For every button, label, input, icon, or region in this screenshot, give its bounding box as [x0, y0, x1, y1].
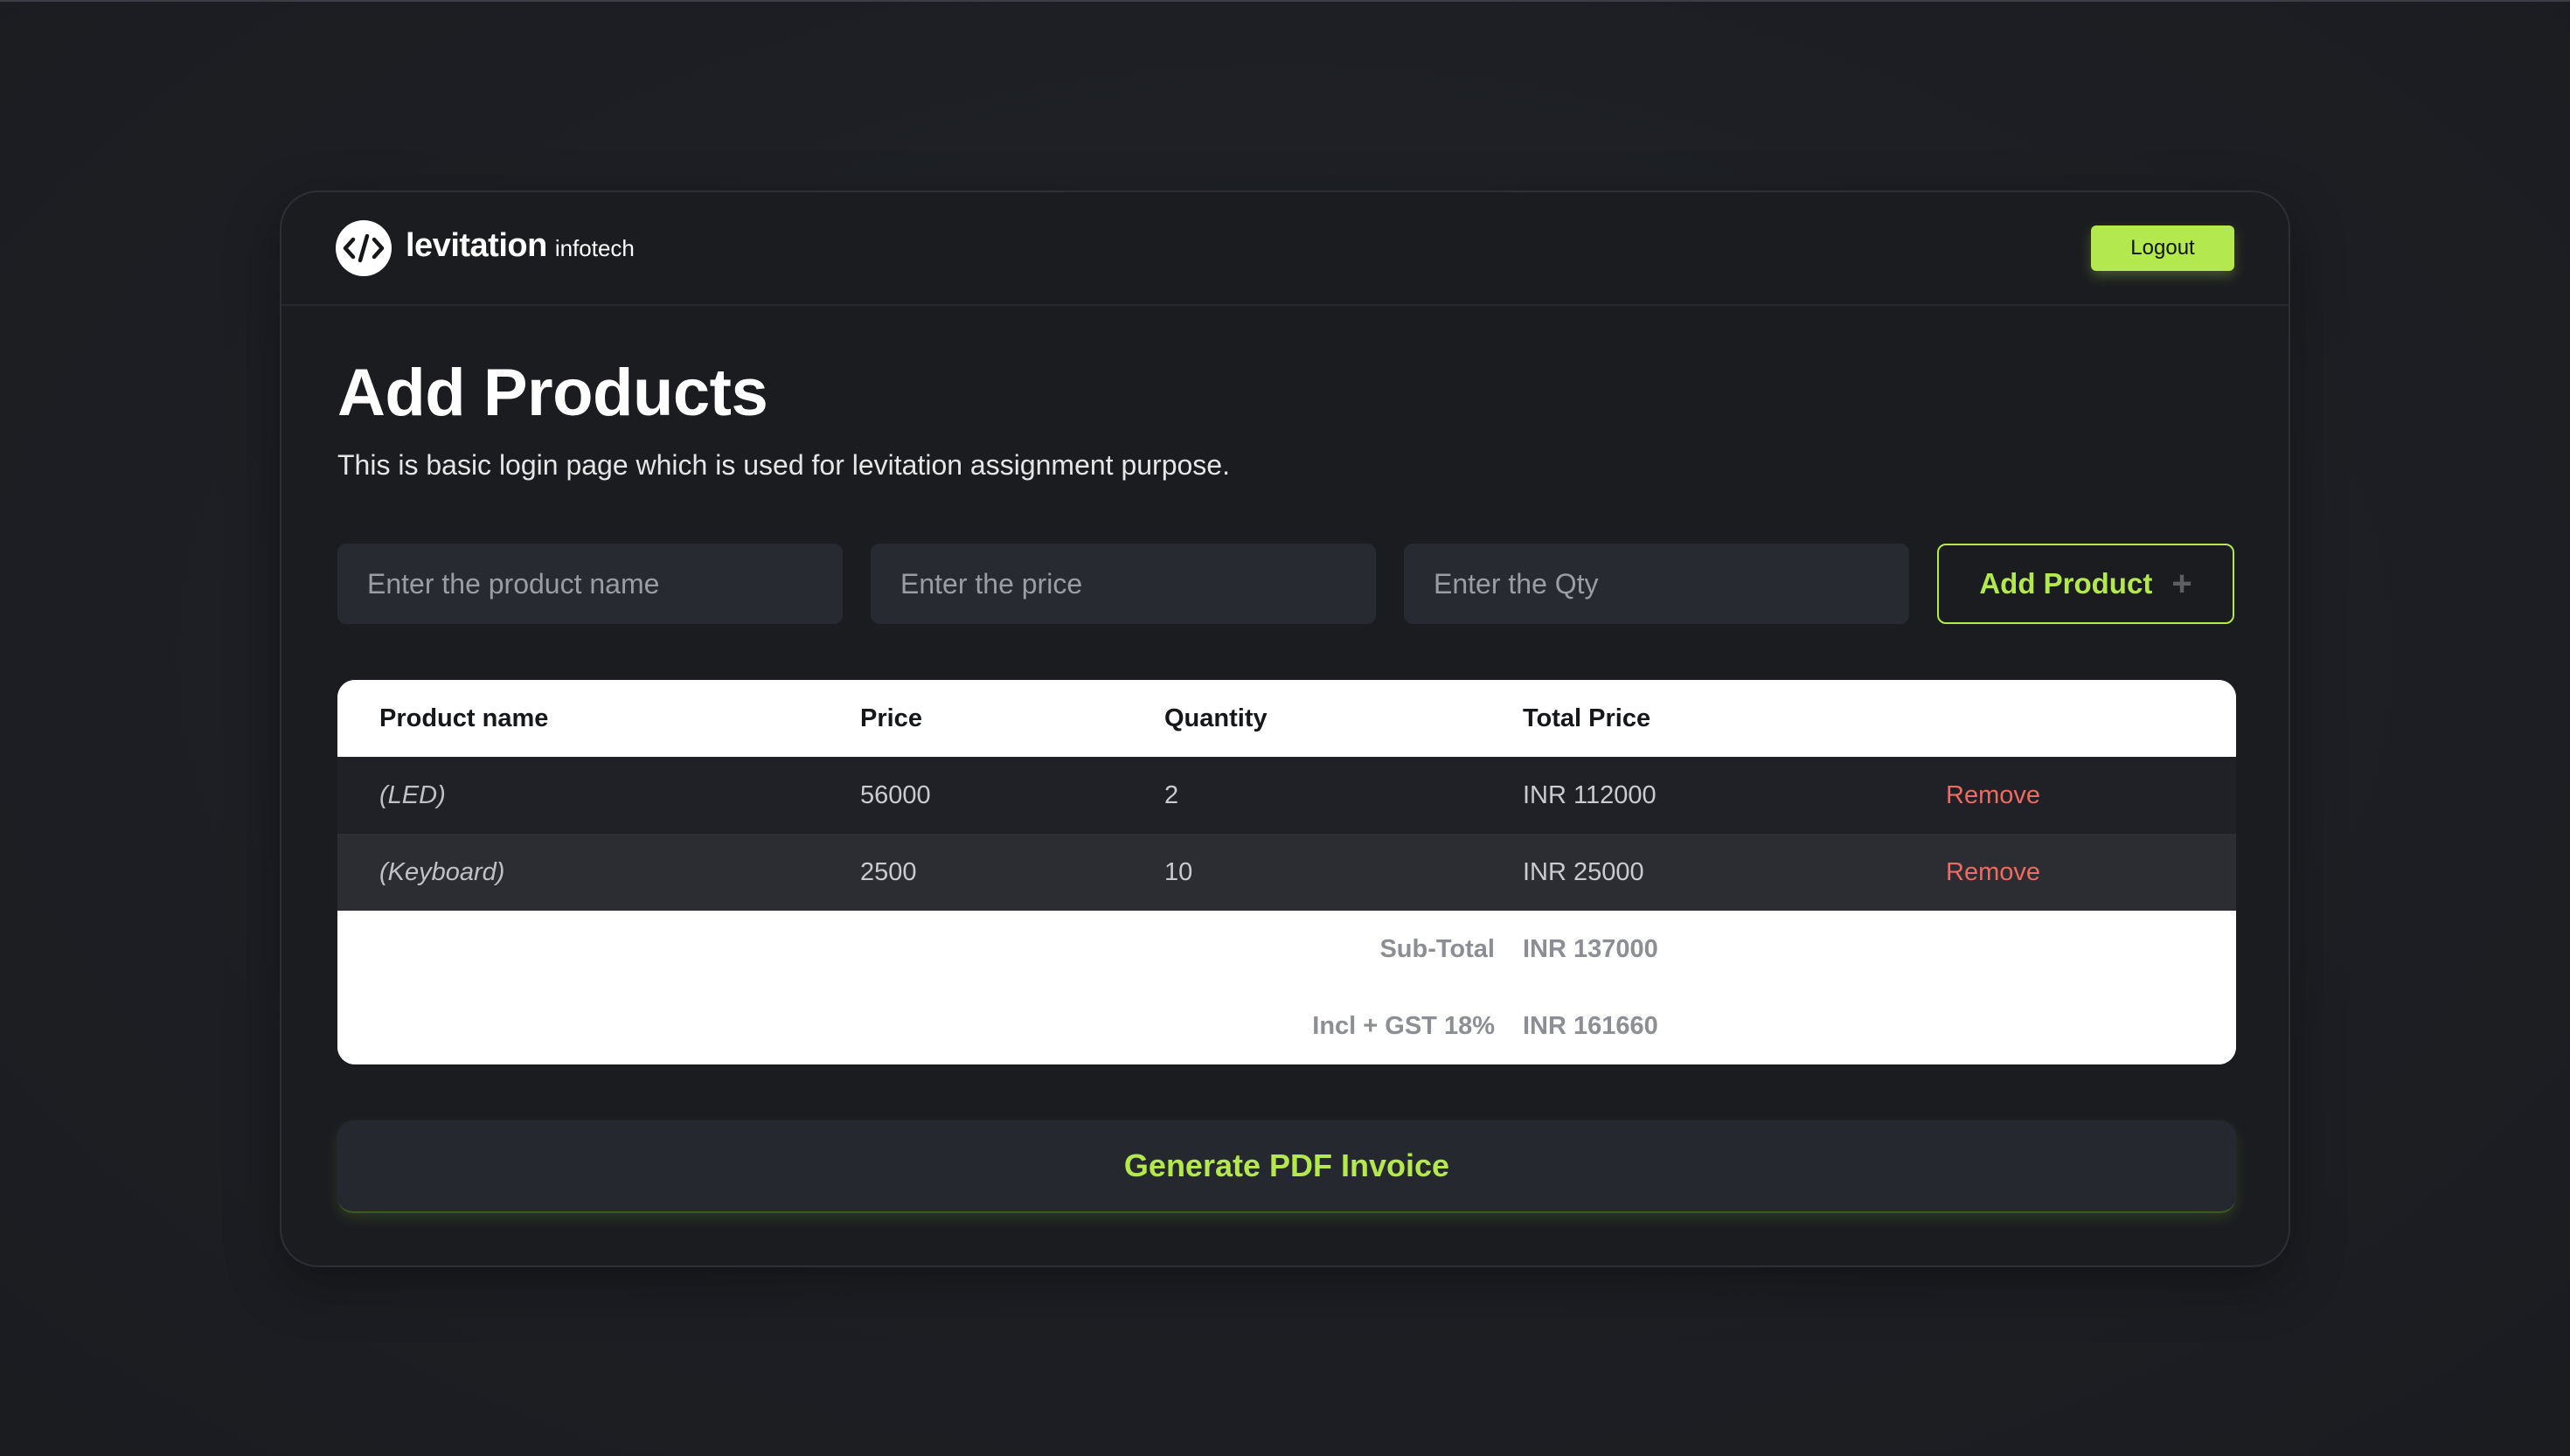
add-product-label: Add Product: [1979, 567, 2153, 600]
subtotal-label: Sub-Total: [1379, 935, 1495, 963]
brand-logo-text: levitation infotech: [406, 227, 635, 265]
add-product-button[interactable]: Add Product +: [1937, 544, 2234, 624]
quantity-cell: 2: [1164, 781, 1179, 809]
plus-icon: +: [2171, 565, 2192, 603]
remove-button[interactable]: Remove: [1946, 757, 2040, 834]
subtotal-row: Sub-Total INR 137000: [337, 911, 2236, 988]
gst-label: Incl + GST 18%: [1312, 1012, 1495, 1040]
brand-name: levitation: [406, 227, 547, 264]
table-header-row: Product name Price Quantity Total Price: [337, 680, 2236, 757]
window-top-edge: [0, 0, 2570, 2]
quantity-cell: 10: [1164, 858, 1193, 886]
header-price: Price: [860, 704, 922, 732]
brand-suffix: infotech: [554, 235, 635, 261]
app-header: levitation infotech Logout: [281, 192, 2289, 306]
price-cell: 2500: [860, 858, 917, 886]
header-quantity: Quantity: [1164, 704, 1268, 732]
price-input[interactable]: [871, 544, 1376, 624]
remove-button[interactable]: Remove: [1946, 834, 2040, 911]
logout-button[interactable]: Logout: [2091, 225, 2234, 271]
main-card: levitation infotech Logout Add Products …: [280, 191, 2290, 1267]
gst-total-value: INR 161660: [1523, 1012, 1658, 1040]
code-brackets-icon: [336, 220, 392, 276]
page-title: Add Products: [337, 356, 768, 430]
product-name-cell: (LED): [379, 781, 446, 809]
total-price-cell: INR 25000: [1523, 858, 1644, 886]
generate-pdf-invoice-button[interactable]: Generate PDF Invoice: [337, 1120, 2236, 1213]
table-row: (LED) 56000 2 INR 112000 Remove: [337, 757, 2236, 834]
products-table: Product name Price Quantity Total Price …: [337, 680, 2236, 1064]
price-cell: 56000: [860, 781, 931, 809]
quantity-input[interactable]: [1404, 544, 1909, 624]
header-total-price: Total Price: [1523, 704, 1651, 732]
page-subtitle: This is basic login page which is used f…: [337, 449, 1230, 481]
product-name-input[interactable]: [337, 544, 843, 624]
subtotal-value: INR 137000: [1523, 935, 1658, 963]
header-product-name: Product name: [379, 704, 549, 732]
product-name-cell: (Keyboard): [379, 858, 505, 886]
total-price-cell: INR 112000: [1523, 781, 1657, 809]
table-row: (Keyboard) 2500 10 INR 25000 Remove: [337, 834, 2236, 911]
gst-total-row: Incl + GST 18% INR 161660: [337, 988, 2236, 1064]
